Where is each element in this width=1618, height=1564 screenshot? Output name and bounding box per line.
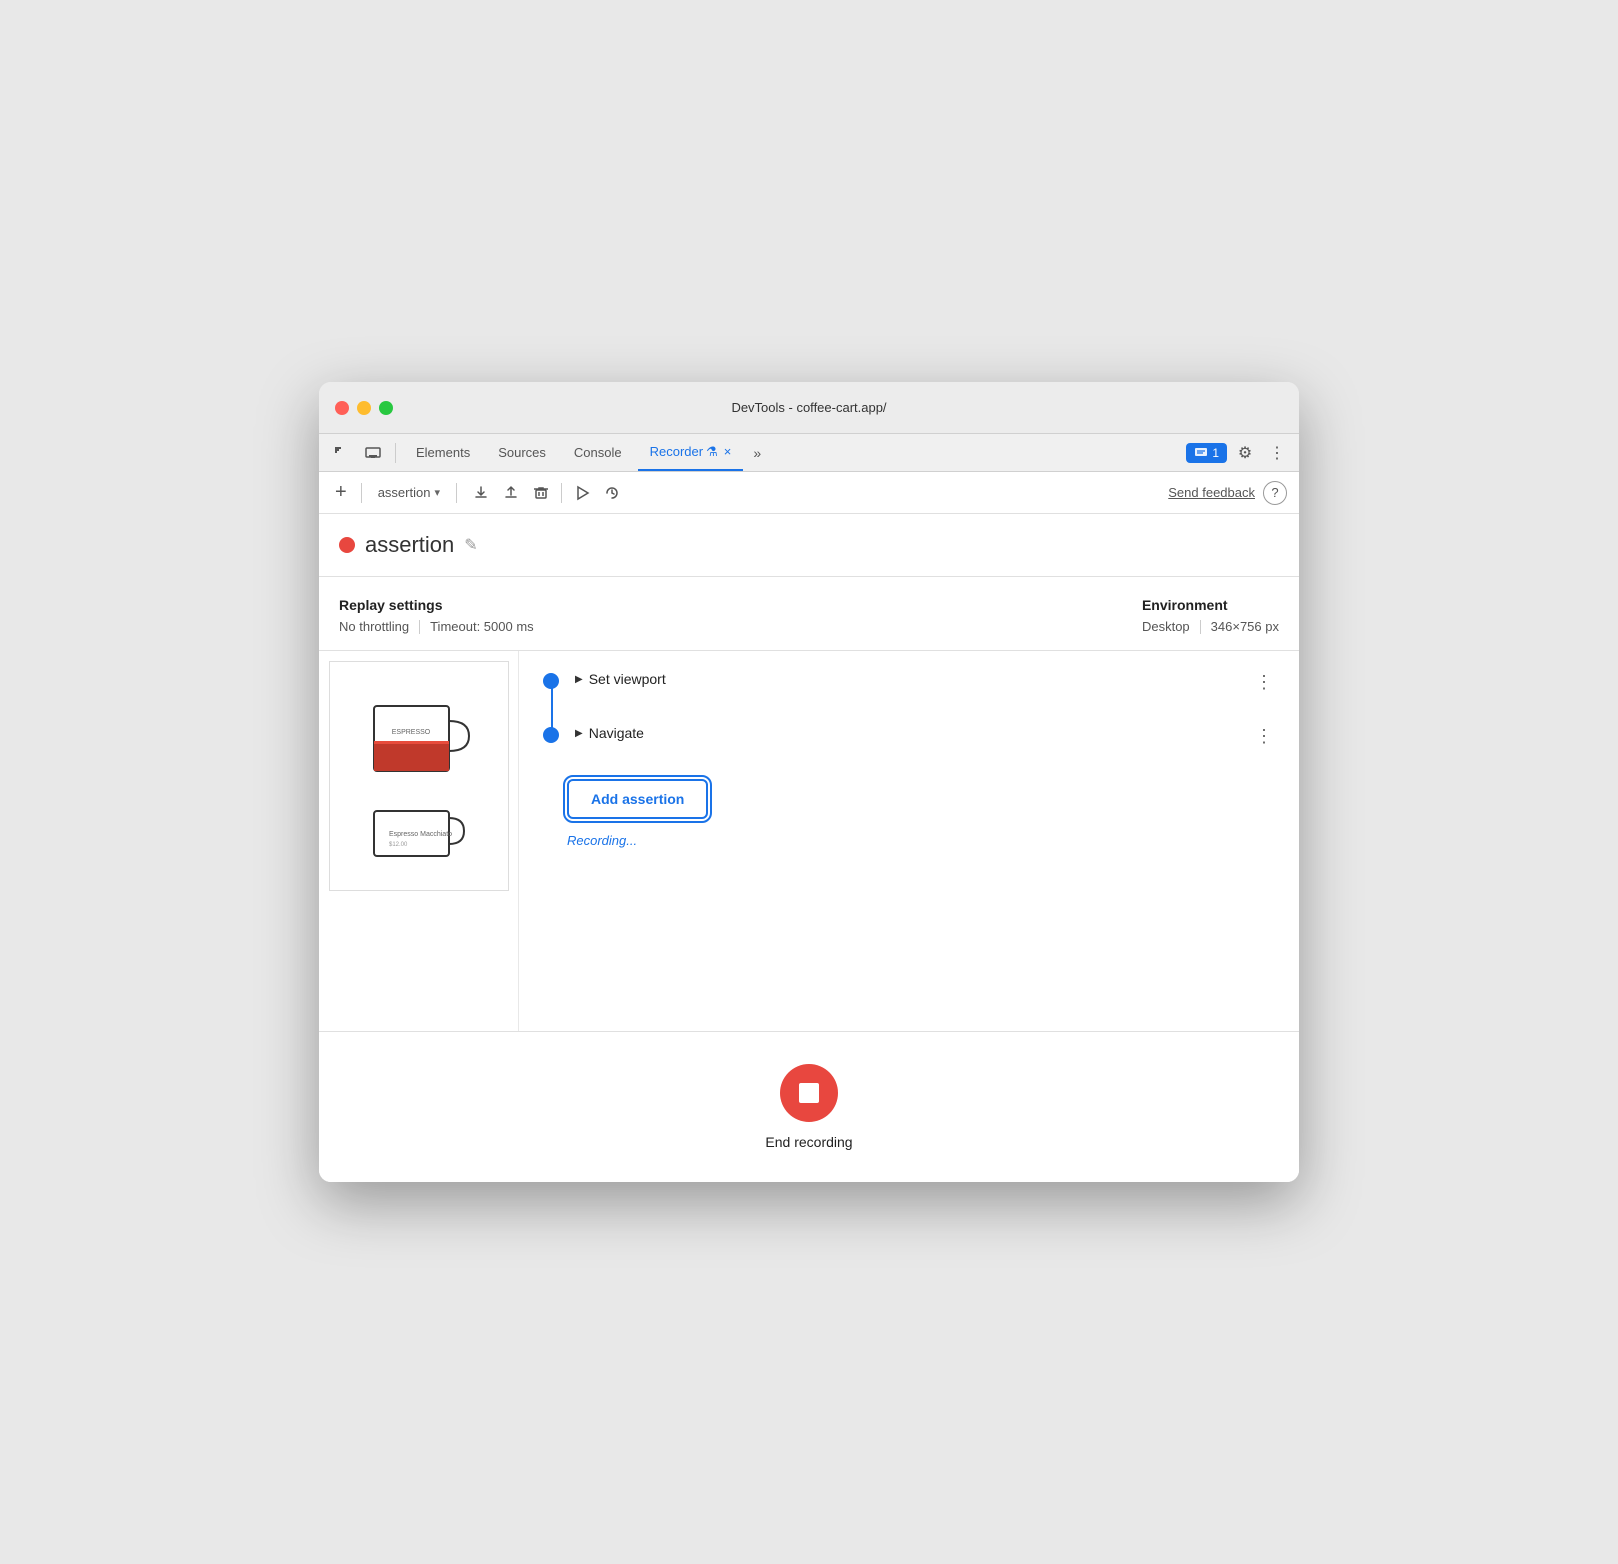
replay-settings-left: Replay settings No throttling Timeout: 5… [339, 597, 534, 634]
tab-recorder[interactable]: Recorder ⚗ × [638, 434, 744, 471]
recording-status-dot [339, 537, 355, 553]
toolbar-right: Send feedback ? [1168, 481, 1287, 505]
preview-image: ESPRESSO Espresso Macchiato $12.00 [329, 661, 509, 891]
devtools-window: DevTools - coffee-cart.app/ [319, 382, 1299, 1182]
main-content: assertion ✎ Replay settings No throttlin… [319, 514, 1299, 1182]
toolbar-icons [467, 479, 626, 507]
tabbar: Elements Sources Console Recorder ⚗ × » [319, 434, 1299, 472]
window-controls [335, 401, 393, 415]
step-2-arrow: ▶ [575, 728, 583, 739]
close-button[interactable] [335, 401, 349, 415]
recording-selector[interactable]: assertion ▾ [372, 482, 446, 503]
minimize-button[interactable] [357, 401, 371, 415]
step-2-more-icon[interactable]: ⋮ [1249, 725, 1279, 747]
step-1-more-icon[interactable]: ⋮ [1249, 671, 1279, 693]
recording-status-text: Recording... [543, 833, 1279, 848]
more-options-icon[interactable]: ⋮ [1263, 439, 1291, 467]
more-tabs[interactable]: » [747, 445, 767, 461]
tab-divider-1 [395, 443, 396, 463]
add-assertion-wrapper: Add assertion [543, 779, 1279, 819]
dropdown-arrow-icon: ▾ [434, 486, 440, 499]
step-icon[interactable] [598, 479, 626, 507]
add-assertion-button[interactable]: Add assertion [567, 779, 708, 819]
edit-recording-name-icon[interactable]: ✎ [464, 535, 477, 555]
environment-dimensions: 346×756 px [1211, 619, 1279, 634]
settings-icon[interactable]: ⚙ [1231, 439, 1259, 467]
step-navigate: ▶ Navigate ⋮ [543, 725, 1279, 747]
step-dot-1 [543, 673, 559, 689]
steps-area: ESPRESSO Espresso Macchiato $12.00 [319, 651, 1299, 1031]
titlebar: DevTools - coffee-cart.app/ [319, 382, 1299, 434]
step-2-content: ▶ Navigate [575, 725, 1233, 741]
import-icon[interactable] [497, 479, 525, 507]
toolbar-divider-3 [561, 483, 562, 503]
throttling-value: No throttling [339, 619, 409, 634]
env-detail-divider [1200, 620, 1201, 634]
export-icon[interactable] [467, 479, 495, 507]
end-recording-section: End recording [319, 1031, 1299, 1182]
steps-preview: ESPRESSO Espresso Macchiato $12.00 [319, 651, 519, 1031]
step-1-arrow: ▶ [575, 674, 583, 685]
tab-console[interactable]: Console [562, 434, 634, 471]
feedback-badge[interactable]: 1 [1186, 443, 1227, 463]
svg-text:Espresso Macchiato: Espresso Macchiato [389, 831, 452, 838]
replay-settings-section: Replay settings No throttling Timeout: 5… [319, 577, 1299, 651]
step-dot-2 [543, 727, 559, 743]
recorder-close-icon[interactable]: × [724, 444, 732, 459]
replay-settings-title: Replay settings [339, 597, 534, 613]
tabbar-right: 1 ⚙ ⋮ [1186, 434, 1291, 471]
play-icon[interactable] [568, 479, 596, 507]
toolbar-divider-1 [361, 483, 362, 503]
replay-settings-details: No throttling Timeout: 5000 ms [339, 619, 534, 634]
add-recording-button[interactable]: + [331, 481, 351, 504]
flask-icon: ⚗ [706, 444, 718, 460]
environment-title: Environment [1142, 597, 1279, 613]
step-1-label: Set viewport [589, 671, 666, 687]
step-1-content: ▶ Set viewport [575, 671, 1233, 687]
svg-text:ESPRESSO: ESPRESSO [392, 729, 431, 736]
tabbar-left: Elements Sources Console Recorder ⚗ × » [327, 434, 767, 471]
step-2-label: Navigate [589, 725, 644, 741]
environment-details: Desktop 346×756 px [1142, 619, 1279, 634]
maximize-button[interactable] [379, 401, 393, 415]
recording-title: assertion [365, 532, 454, 558]
environment-type: Desktop [1142, 619, 1190, 634]
selected-recording-name: assertion [378, 485, 431, 500]
tab-elements[interactable]: Elements [404, 434, 482, 471]
delete-icon[interactable] [527, 479, 555, 507]
end-recording-label: End recording [765, 1134, 852, 1150]
cursor-icon[interactable] [327, 439, 355, 467]
recording-header: assertion ✎ [319, 514, 1299, 577]
coffee-preview: ESPRESSO Espresso Macchiato $12.00 [330, 662, 508, 890]
svg-text:$12.00: $12.00 [389, 842, 408, 848]
step-set-viewport: ▶ Set viewport ⋮ [543, 671, 1279, 693]
replay-detail-divider [419, 620, 420, 634]
stop-icon [799, 1083, 819, 1103]
badge-count: 1 [1212, 446, 1219, 460]
responsive-icon[interactable] [359, 439, 387, 467]
help-button[interactable]: ? [1263, 481, 1287, 505]
timeout-value: Timeout: 5000 ms [430, 619, 534, 634]
toolbar-divider-2 [456, 483, 457, 503]
environment-section: Environment Desktop 346×756 px [1142, 597, 1279, 634]
coffee-cup-svg: ESPRESSO [354, 686, 484, 806]
toolbar: + assertion ▾ [319, 472, 1299, 514]
window-title: DevTools - coffee-cart.app/ [731, 400, 886, 415]
tab-sources[interactable]: Sources [486, 434, 558, 471]
coffee-cup-2-svg: Espresso Macchiato $12.00 [354, 806, 484, 866]
stop-recording-button[interactable] [780, 1064, 838, 1122]
send-feedback-link[interactable]: Send feedback [1168, 485, 1255, 500]
steps-main: ▶ Set viewport ⋮ ▶ Navigate ⋮ [519, 651, 1299, 1031]
timeline: ▶ Set viewport ⋮ ▶ Navigate ⋮ [543, 671, 1279, 747]
